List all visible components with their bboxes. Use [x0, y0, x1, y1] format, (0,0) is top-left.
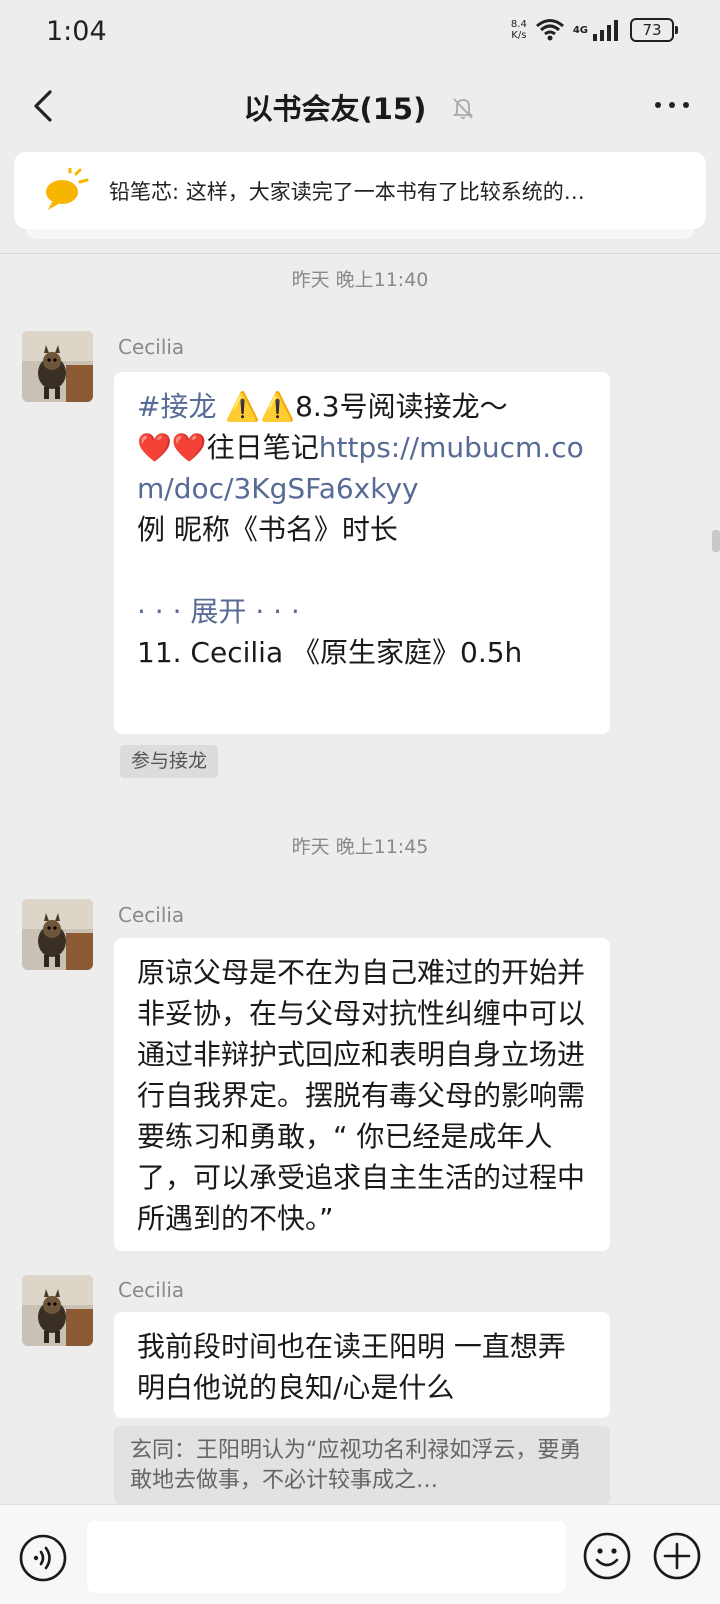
avatar[interactable] — [22, 899, 93, 970]
status-icons: 8.4 K/s 4G 73 — [510, 18, 678, 42]
signal-icon — [593, 20, 618, 41]
expand-link[interactable]: 展开 — [190, 595, 246, 628]
pinned-message-text: 铅笔芯: 这样，大家读完了一本书有了比较系统的… — [109, 180, 585, 204]
announcement-icon — [46, 168, 89, 210]
scrollbar[interactable] — [712, 530, 720, 552]
join-solitaire-button[interactable]: 参与接龙 — [120, 745, 219, 778]
message-text: 我前段时间也在读王阳明 一直想弄明白他说的良知/心是什么 — [137, 1330, 566, 1404]
solitaire-entry: 11. Cecilia 《原生家庭》0.5h — [137, 636, 523, 669]
quoted-reply[interactable]: 玄同：王阳明认为“应视功名利禄如浮云，要勇敢地去做事，不必计较事成之… — [114, 1426, 610, 1504]
chat-header: 以书会友(15) — [0, 66, 720, 146]
message-input[interactable] — [87, 1521, 566, 1593]
hashtag-link[interactable]: #接龙 — [137, 390, 216, 423]
pinned-stack-shadow — [26, 229, 694, 239]
chat-title: 以书会友(15) — [0, 86, 720, 128]
input-bar — [0, 1504, 720, 1604]
sender-name: Cecilia — [118, 335, 185, 359]
sender-name: Cecilia — [118, 903, 185, 927]
voice-icon[interactable] — [18, 1533, 68, 1583]
group-name: 以书会友(15) — [243, 92, 427, 126]
mute-bell-icon — [453, 98, 474, 119]
divider — [0, 253, 720, 254]
wifi-icon — [535, 19, 564, 41]
dog-avatar-image — [22, 1275, 93, 1346]
message-timestamp: 昨天 晚上11:45 — [291, 836, 429, 858]
emoji-icon[interactable] — [582, 1531, 632, 1581]
message-bubble[interactable]: 我前段时间也在读王阳明 一直想弄明白他说的良知/心是什么 — [114, 1312, 610, 1418]
network-type: 4G — [572, 24, 588, 36]
pinned-message[interactable]: 铅笔芯: 这样，大家读完了一本书有了比较系统的… — [14, 152, 706, 229]
solitaire-message-bubble[interactable]: #接龙 ⚠️⚠️8.3号阅读接龙～ ❤️❤️往日笔记https://mubucm… — [114, 372, 610, 734]
sender-name: Cecilia — [118, 1278, 185, 1302]
message-timestamp: 昨天 晚上11:40 — [291, 269, 429, 291]
more-icon[interactable] — [652, 90, 692, 120]
message-bubble[interactable]: 原谅父母是不在为自己难过的开始并非妥协，在与父母对抗性纠缠中可以通过非辩护式回应… — [114, 938, 610, 1251]
dog-avatar-image — [22, 899, 93, 970]
avatar[interactable] — [22, 331, 93, 402]
dog-avatar-image — [22, 331, 93, 402]
battery-indicator: 73 — [630, 18, 678, 42]
message-text: 原谅父母是不在为自己难过的开始并非妥协，在与父母对抗性纠缠中可以通过非辩护式回应… — [137, 956, 586, 1235]
plus-icon[interactable] — [652, 1531, 702, 1581]
network-speed: 8.4 K/s — [510, 19, 527, 41]
avatar[interactable] — [22, 1275, 93, 1346]
status-bar: 1:04 8.4 K/s 4G 73 — [0, 0, 720, 66]
status-time: 1:04 — [46, 16, 107, 47]
